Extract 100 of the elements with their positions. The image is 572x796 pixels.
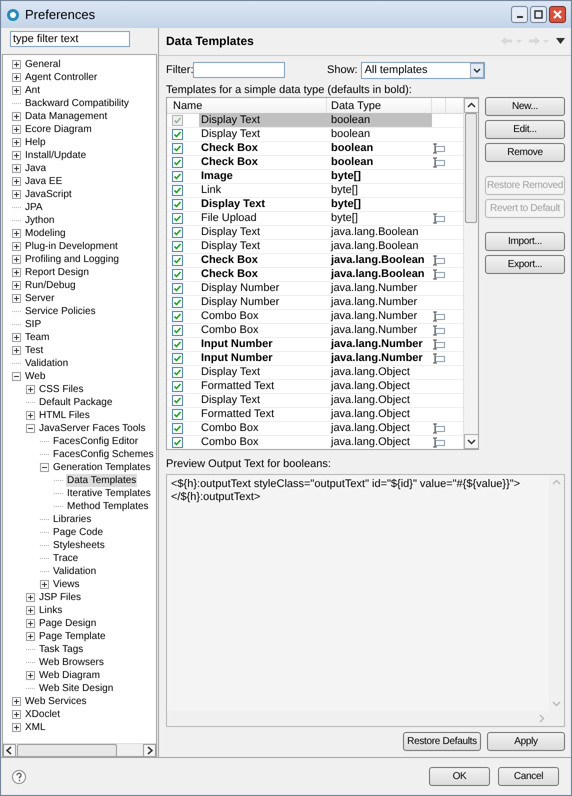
type-cell[interactable]: java.lang.Number	[327, 309, 432, 324]
expand-icon[interactable]	[12, 332, 21, 342]
checkbox[interactable]	[172, 212, 183, 224]
filter-field[interactable]: type filter text	[10, 31, 130, 48]
expand-icon[interactable]	[12, 150, 21, 160]
type-cell[interactable]: java.lang.Object	[327, 393, 432, 408]
type-cell[interactable]: java.lang.Object	[327, 379, 432, 394]
tree-item[interactable]: CSS Files	[38, 382, 84, 396]
name-cell[interactable]: Display Number	[199, 295, 327, 310]
name-cell[interactable]: Input Number	[199, 337, 327, 352]
tree-item[interactable]: Views	[52, 578, 80, 590]
type-cell[interactable]: java.lang.Boolean	[327, 267, 432, 282]
expand-icon[interactable]	[26, 606, 35, 614]
tree-item[interactable]: FacesConfig Editor	[52, 434, 140, 448]
expand-icon[interactable]	[26, 592, 35, 602]
tree-item[interactable]: JavaScript	[24, 188, 73, 200]
tree-item[interactable]: Jython	[24, 214, 56, 226]
checkbox[interactable]	[172, 380, 183, 392]
type-cell[interactable]: byte[]	[327, 211, 432, 226]
tree-item[interactable]: Page Code	[52, 526, 104, 538]
name-cell[interactable]: Combo Box	[199, 421, 327, 436]
tree-item[interactable]: Default Package	[38, 396, 114, 408]
name-cell[interactable]: Display Text	[199, 127, 327, 142]
expand-icon[interactable]	[12, 164, 21, 172]
tree-item[interactable]: JPA	[24, 200, 44, 214]
scroll-right-icon[interactable]	[143, 744, 156, 756]
name-cell[interactable]: Combo Box	[199, 309, 327, 324]
tree-item[interactable]: Stylesheets	[52, 538, 106, 552]
checkbox[interactable]	[172, 128, 183, 140]
maximize-button[interactable]	[530, 6, 547, 23]
type-cell[interactable]: boolean	[327, 127, 432, 142]
collapse-icon[interactable]	[40, 462, 49, 472]
push-button[interactable]: Apply	[487, 732, 565, 751]
checkbox[interactable]	[172, 296, 183, 308]
expand-icon[interactable]	[12, 254, 21, 264]
tree-item[interactable]: Java	[24, 162, 48, 174]
name-cell[interactable]: Combo Box	[199, 323, 327, 338]
checkbox[interactable]	[172, 254, 183, 266]
name-cell[interactable]: Display Text	[199, 197, 327, 212]
tree-item[interactable]: Service Policies	[24, 304, 97, 318]
tree-item[interactable]: Ant	[24, 84, 42, 96]
name-cell[interactable]: Check Box	[199, 253, 327, 268]
name-cell[interactable]: Check Box	[199, 267, 327, 282]
collapse-icon[interactable]	[12, 372, 21, 380]
checkbox[interactable]	[172, 282, 183, 294]
name-cell[interactable]: File Upload	[199, 211, 327, 226]
expand-icon[interactable]	[12, 228, 21, 238]
close-button[interactable]	[549, 6, 566, 23]
tree-item[interactable]: Help	[24, 136, 47, 148]
expand-icon[interactable]	[12, 72, 21, 82]
checkbox[interactable]	[172, 422, 183, 434]
tree-item[interactable]: JavaServer Faces Tools	[38, 422, 147, 434]
expand-icon[interactable]	[12, 696, 21, 706]
collapse-icon[interactable]	[26, 424, 35, 432]
tree-item[interactable]: Report Design	[24, 266, 90, 278]
expand-icon[interactable]	[12, 60, 21, 68]
show-dropdown[interactable]: All templates	[360, 62, 485, 79]
type-cell[interactable]: java.lang.Number	[327, 281, 432, 296]
push-button[interactable]: Import...	[485, 232, 565, 251]
checkbox[interactable]	[172, 310, 183, 322]
checkbox[interactable]	[172, 142, 183, 154]
push-button[interactable]: Remove	[485, 142, 565, 162]
checkbox[interactable]	[172, 226, 183, 238]
expand-icon[interactable]	[12, 86, 21, 94]
type-cell[interactable]: java.lang.Boolean	[327, 253, 432, 268]
type-cell[interactable]: boolean	[327, 155, 432, 170]
expand-icon[interactable]	[12, 268, 21, 276]
checkbox[interactable]	[172, 268, 183, 280]
scroll-down-icon[interactable]	[464, 434, 478, 449]
type-cell[interactable]: java.lang.Number	[327, 323, 432, 338]
name-cell[interactable]: Display Text	[199, 393, 327, 408]
checkbox[interactable]	[172, 198, 183, 210]
tree-item[interactable]: Libraries	[52, 512, 92, 526]
type-cell[interactable]: byte[]	[327, 183, 432, 198]
push-button[interactable]: New...	[485, 96, 565, 116]
name-cell[interactable]: Formatted Text	[199, 379, 327, 394]
type-cell[interactable]: java.lang.Object	[327, 407, 432, 422]
type-cell[interactable]: boolean	[327, 141, 432, 156]
tree-item[interactable]: Page Template	[38, 630, 107, 642]
tree-item[interactable]: Web Diagram	[38, 668, 101, 682]
tree-item[interactable]: Data Templates	[66, 474, 138, 486]
expand-icon[interactable]	[26, 384, 35, 394]
tree-item[interactable]: Links	[38, 604, 64, 616]
tree-item[interactable]: Validation	[52, 564, 98, 578]
expand-icon[interactable]	[12, 190, 21, 198]
name-cell[interactable]: Check Box	[199, 141, 327, 156]
type-cell[interactable]: java.lang.Number	[327, 351, 432, 366]
type-cell[interactable]: java.lang.Boolean	[327, 239, 432, 254]
expand-icon[interactable]	[12, 346, 21, 354]
push-button[interactable]: Cancel	[498, 767, 559, 786]
checkbox[interactable]	[172, 394, 183, 406]
tree-item[interactable]: Team	[24, 330, 50, 344]
tree-item[interactable]: Install/Update	[24, 148, 88, 162]
expand-icon[interactable]	[12, 294, 21, 302]
push-button[interactable]: OK	[429, 767, 490, 786]
name-cell[interactable]: Input Number	[199, 351, 327, 366]
type-cell[interactable]: java.lang.Object	[327, 435, 432, 449]
tree-item[interactable]: Task Tags	[38, 642, 84, 656]
tree-item[interactable]: Data Management	[24, 110, 108, 122]
tree-item[interactable]: Method Templates	[66, 500, 150, 512]
